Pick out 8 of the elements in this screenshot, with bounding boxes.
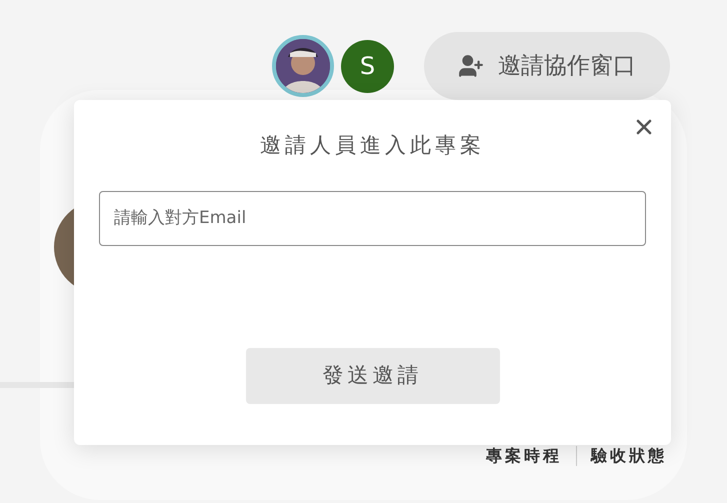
dialog-title: 邀請人員進入此專案 [260,132,485,159]
send-invite-button[interactable]: 發送邀請 [246,348,500,404]
section-tab[interactable]: 驗收狀態 [591,444,667,468]
email-field[interactable]: 請輸入對方Email [99,190,646,246]
user-avatar[interactable]: S [341,40,394,92]
invite-button[interactable]: 邀請協作窗口 [424,32,670,100]
add-person-icon [458,53,484,79]
section-tab[interactable]: 專案時程 [486,444,562,468]
